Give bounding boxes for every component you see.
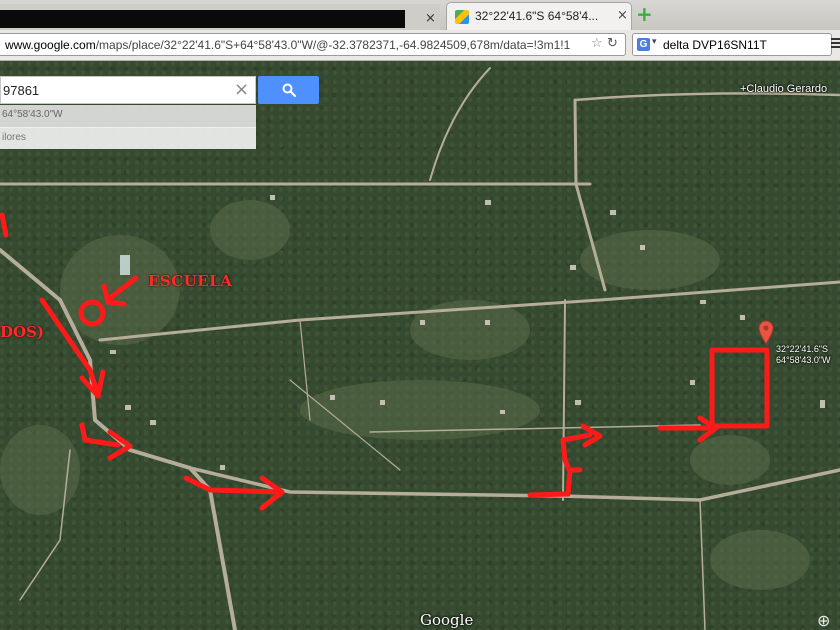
compass-icon[interactable]: ⊕: [817, 611, 830, 630]
pin-coordinates-label[interactable]: 32°22'41.6"S 64°58'43.0"W: [776, 344, 831, 366]
map-pin: [758, 320, 774, 345]
annotation-partial: DOS): [0, 323, 45, 341]
plot-outline: [709, 347, 770, 429]
maps-search-input[interactable]: 97861 ×: [0, 76, 256, 104]
maps-search-value: 97861: [3, 83, 40, 98]
browser-search-text: delta DVP16SN11T: [663, 38, 767, 52]
chevron-down-icon[interactable]: ▾: [652, 37, 657, 47]
pin-lng: 64°58'43.0"W: [776, 355, 831, 365]
url-text: www.google.com/maps/place/32°22'41.6"S+6…: [5, 38, 571, 52]
maps-search-button[interactable]: [258, 76, 319, 104]
navigation-bar: www.google.com/maps/place/32°22'41.6"S+6…: [0, 30, 840, 61]
tab-close-icon[interactable]: ×: [617, 8, 628, 23]
annotation-escuela: ESCUELA: [148, 272, 233, 290]
place-label[interactable]: +Claudio Gerardo: [740, 83, 827, 95]
pin-lat: 32°22'41.6"S: [776, 344, 829, 354]
google-search-engine-icon[interactable]: G: [637, 38, 650, 51]
clear-search-icon[interactable]: ×: [234, 79, 249, 101]
redacted-tab-title: [0, 10, 405, 28]
google-watermark: Google: [420, 611, 474, 629]
tab-title: 32°22'41.6"S 64°58'4...: [475, 9, 599, 23]
google-maps-favicon-icon: [455, 10, 469, 24]
new-tab-plus-icon[interactable]: +: [636, 3, 653, 25]
maps-result-sub-text: ilores: [2, 132, 26, 143]
maps-result-coord: 64°58'43.0"W: [2, 109, 63, 120]
tab-inactive[interactable]: ×: [0, 4, 440, 30]
address-bar[interactable]: www.google.com/maps/place/32°22'41.6"S+6…: [0, 33, 626, 56]
browser-search-box[interactable]: G ▾ delta DVP16SN11T: [632, 33, 832, 56]
tab-bar: × 32°22'41.6"S 64°58'4... × +: [0, 0, 840, 30]
tab-close-icon[interactable]: ×: [425, 10, 436, 28]
bookmark-star-icon[interactable]: ☆: [591, 36, 603, 51]
search-icon: [282, 83, 296, 97]
browser-menu-icon[interactable]: [831, 38, 840, 52]
reload-icon[interactable]: ↻: [607, 36, 618, 51]
tab-active[interactable]: 32°22'41.6"S 64°58'4... ×: [446, 2, 632, 30]
maps-result-item[interactable]: 64°58'43.0"W: [0, 105, 256, 128]
maps-result-sub[interactable]: ilores: [0, 127, 256, 149]
